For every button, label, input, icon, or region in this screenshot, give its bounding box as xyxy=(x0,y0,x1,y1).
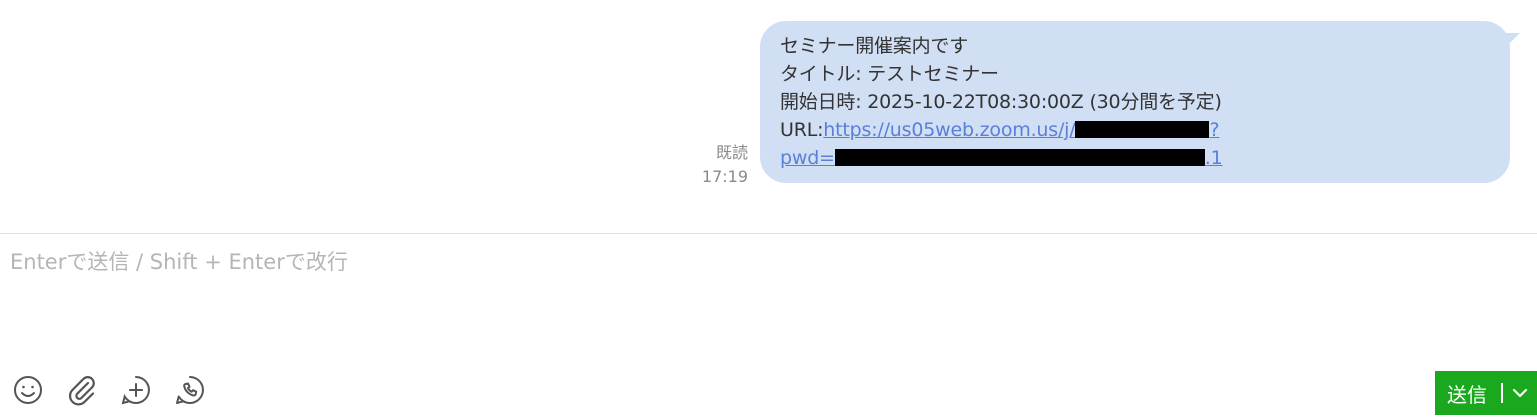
add-circle-icon[interactable] xyxy=(120,372,152,408)
meeting-link-end: ? xyxy=(1209,119,1220,141)
message-line: 開始日時: 2025-10-22T08:30:00Z (30分間を予定) xyxy=(780,91,1222,113)
meeting-link[interactable]: https://us05web.zoom.us/j/? xyxy=(823,119,1219,141)
composer-toolbar xyxy=(12,372,206,408)
url-label: URL: xyxy=(780,119,824,141)
message-meta: 既読 17:19 xyxy=(702,141,748,189)
message-pwd-line: pwd= .1 xyxy=(780,144,1490,172)
attachment-icon[interactable] xyxy=(66,372,98,408)
emoji-icon[interactable] xyxy=(12,372,44,408)
chat-area: 既読 17:19 セミナー開催案内です タイトル: テストセミナー 開始日時: … xyxy=(0,0,1537,233)
message-bubble[interactable]: セミナー開催案内です タイトル: テストセミナー 開始日時: 2025-10-2… xyxy=(760,21,1520,183)
redaction-block xyxy=(834,149,1205,166)
phone-call-icon[interactable] xyxy=(174,372,206,408)
message-input[interactable] xyxy=(0,234,1537,364)
chevron-down-icon[interactable] xyxy=(1503,388,1537,398)
pwd-text: pwd= xyxy=(780,147,835,169)
message-line: セミナー開催案内です xyxy=(780,35,969,57)
message-time: 17:19 xyxy=(701,167,748,186)
message-line: タイトル: テストセミナー xyxy=(780,63,999,85)
read-status: 既読 xyxy=(715,143,748,162)
send-label: 送信 xyxy=(1447,382,1487,407)
meeting-link-pwd[interactable]: pwd= .1 xyxy=(780,147,1223,169)
bubble-tail xyxy=(1502,33,1520,51)
message-url-line: URL:https://us05web.zoom.us/j/? xyxy=(780,116,1490,144)
meeting-link-text: https://us05web.zoom.us/j/ xyxy=(823,119,1076,141)
pwd-text-end: .1 xyxy=(1204,147,1223,169)
send-button[interactable]: 送信 xyxy=(1435,371,1537,415)
redaction-block xyxy=(1075,121,1210,138)
